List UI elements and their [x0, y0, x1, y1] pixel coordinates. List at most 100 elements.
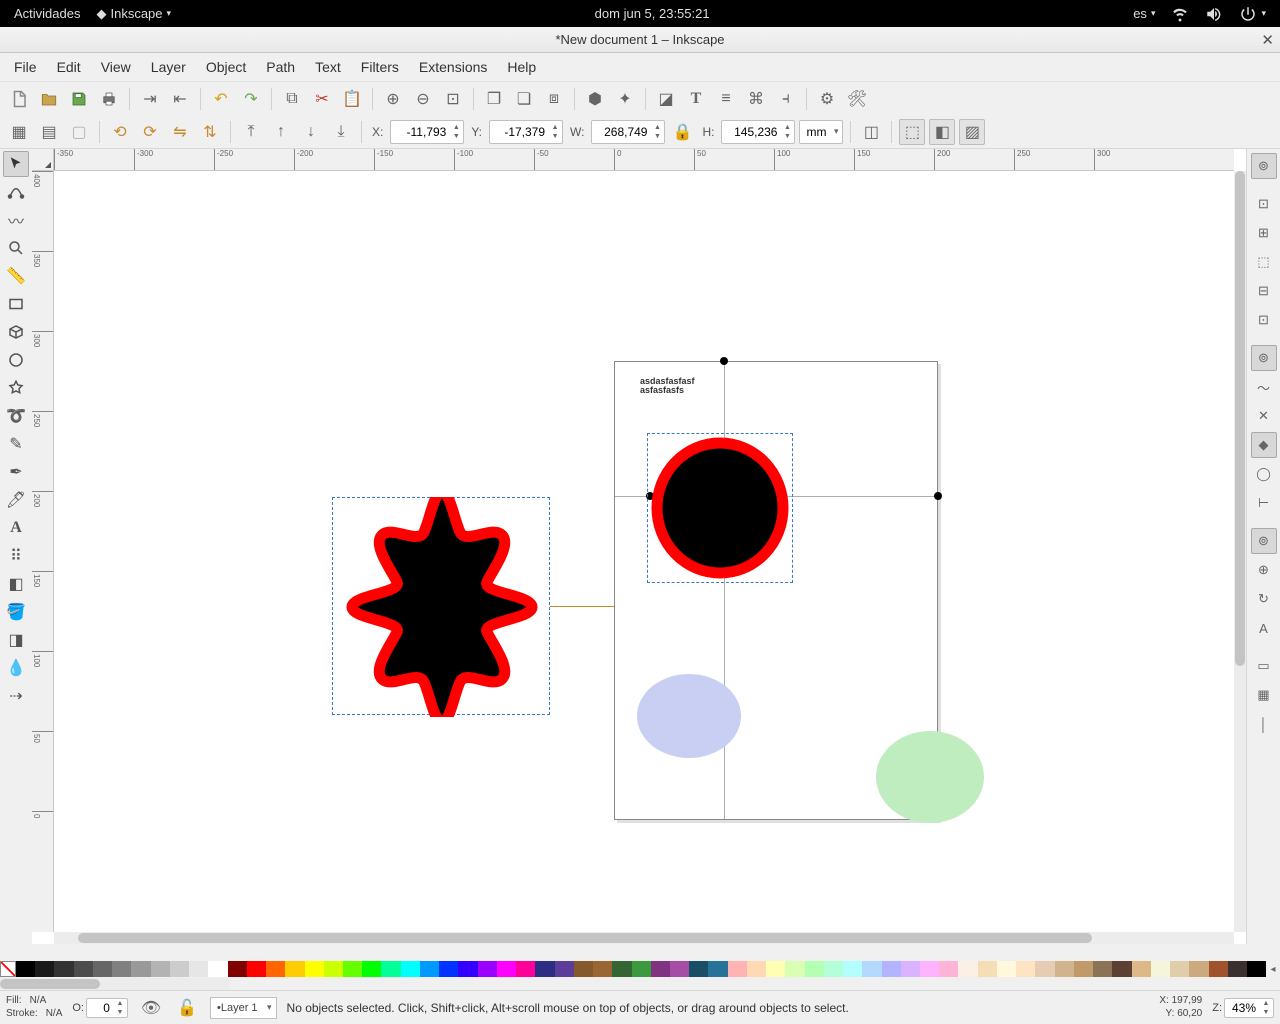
- ellipse-object[interactable]: [634, 671, 744, 761]
- color-swatch[interactable]: [574, 961, 593, 977]
- color-swatch[interactable]: [516, 961, 535, 977]
- wifi-icon[interactable]: [1163, 5, 1197, 23]
- fill-stroke-icon[interactable]: ◪: [653, 86, 679, 112]
- menu-object[interactable]: Object: [196, 59, 256, 75]
- snap-node-icon[interactable]: ⊚: [1251, 345, 1277, 371]
- menu-extensions[interactable]: Extensions: [409, 59, 497, 75]
- circle-object[interactable]: [651, 437, 789, 579]
- color-swatch[interactable]: [1228, 961, 1247, 977]
- color-swatch[interactable]: [1055, 961, 1074, 977]
- close-icon[interactable]: ✕: [1261, 31, 1274, 49]
- scrollbar-horizontal[interactable]: [54, 932, 1234, 944]
- color-swatch[interactable]: [151, 961, 170, 977]
- snap-intersect-icon[interactable]: ✕: [1251, 403, 1277, 429]
- tweak-tool-icon[interactable]: 〰: [3, 207, 29, 233]
- print-icon[interactable]: [96, 86, 122, 112]
- guide-anchor-icon[interactable]: [934, 492, 942, 500]
- open-icon[interactable]: [36, 86, 62, 112]
- color-swatch[interactable]: [266, 961, 285, 977]
- raise-icon[interactable]: ↑: [268, 119, 294, 145]
- snap-center-icon[interactable]: ⊕: [1251, 557, 1277, 583]
- palette-menu-icon[interactable]: ◂: [1266, 964, 1280, 975]
- undo-icon[interactable]: ↶: [208, 86, 234, 112]
- doc-prefs-icon[interactable]: 🛠: [844, 86, 870, 112]
- eraser-tool-icon[interactable]: ◧: [3, 571, 29, 597]
- rotate-ccw-icon[interactable]: ⟲: [107, 119, 133, 145]
- menu-layer[interactable]: Layer: [141, 59, 196, 75]
- color-swatch[interactable]: [324, 961, 343, 977]
- color-swatch[interactable]: [824, 961, 843, 977]
- affect-corners-icon[interactable]: ⬚: [899, 119, 925, 145]
- raise-top-icon[interactable]: ⤒: [238, 119, 264, 145]
- opacity-control[interactable]: O: ▲▼: [72, 998, 128, 1018]
- layer-visibility-icon[interactable]: 👁: [138, 995, 164, 1021]
- lang-indicator[interactable]: es ▾: [1125, 6, 1163, 21]
- color-swatch[interactable]: [882, 961, 901, 977]
- clone-icon[interactable]: ❏: [511, 86, 537, 112]
- ellipse-object[interactable]: [874, 729, 986, 825]
- color-swatch[interactable]: [208, 961, 227, 977]
- color-swatch[interactable]: [343, 961, 362, 977]
- snap-grid-icon[interactable]: ▦: [1251, 682, 1277, 708]
- color-swatch[interactable]: [555, 961, 574, 977]
- color-swatch[interactable]: [901, 961, 920, 977]
- snap-smooth-icon[interactable]: ◯: [1251, 461, 1277, 487]
- color-swatch[interactable]: [228, 961, 247, 977]
- dropper-tool-icon[interactable]: 💧: [3, 655, 29, 681]
- power-icon[interactable]: ▾: [1231, 5, 1274, 23]
- menu-edit[interactable]: Edit: [47, 59, 91, 75]
- bucket-tool-icon[interactable]: 🪣: [3, 599, 29, 625]
- color-swatch[interactable]: [766, 961, 785, 977]
- color-swatch[interactable]: [1093, 961, 1112, 977]
- color-swatch[interactable]: [189, 961, 208, 977]
- copy-icon[interactable]: ⧉: [279, 86, 305, 112]
- prefs-icon[interactable]: ⚙: [814, 86, 840, 112]
- snap-text-icon[interactable]: A: [1251, 615, 1277, 641]
- menu-path[interactable]: Path: [256, 59, 305, 75]
- color-swatch[interactable]: [93, 961, 112, 977]
- y-input[interactable]: ▲▼: [489, 120, 563, 144]
- layer-select[interactable]: •Layer 1: [210, 997, 277, 1019]
- color-swatch[interactable]: [1112, 961, 1131, 977]
- color-swatch[interactable]: [285, 961, 304, 977]
- color-swatch[interactable]: [785, 961, 804, 977]
- menu-help[interactable]: Help: [497, 59, 546, 75]
- canvas[interactable]: asdasfasfasf asfasfasfs: [54, 171, 1234, 932]
- snap-bbox-center-icon[interactable]: ⊡: [1251, 307, 1277, 333]
- rotate-cw-icon[interactable]: ⟳: [137, 119, 163, 145]
- snap-bbox-corner-icon[interactable]: ⬚: [1251, 249, 1277, 275]
- layer-lock-icon[interactable]: 🔓: [174, 995, 200, 1021]
- color-swatch[interactable]: [1151, 961, 1170, 977]
- color-swatch[interactable]: [54, 961, 73, 977]
- color-swatch[interactable]: [535, 961, 554, 977]
- zoom-in-icon[interactable]: ⊕: [380, 86, 406, 112]
- ellipse-tool-icon[interactable]: [3, 347, 29, 373]
- scrollbar-vertical[interactable]: [1234, 171, 1246, 932]
- color-swatch[interactable]: [381, 961, 400, 977]
- color-swatch[interactable]: [651, 961, 670, 977]
- w-input[interactable]: ▲▼: [591, 120, 665, 144]
- flip-v-icon[interactable]: ⇅: [197, 119, 223, 145]
- star-tool-icon[interactable]: [3, 375, 29, 401]
- color-swatch[interactable]: [247, 961, 266, 977]
- menu-filters[interactable]: Filters: [351, 59, 409, 75]
- node-tool-icon[interactable]: [3, 179, 29, 205]
- guide-anchor-icon[interactable]: [720, 357, 728, 365]
- color-swatch[interactable]: [170, 961, 189, 977]
- affect-gradient-icon[interactable]: ◧: [929, 119, 955, 145]
- spiral-tool-icon[interactable]: ➰: [3, 403, 29, 429]
- group-icon[interactable]: ⬢: [582, 86, 608, 112]
- color-swatch[interactable]: [632, 961, 651, 977]
- snap-enable-icon[interactable]: ⊚: [1251, 153, 1277, 179]
- snap-bbox-mid-icon[interactable]: ⊟: [1251, 278, 1277, 304]
- app-menu[interactable]: ◆Inkscape ▾: [88, 6, 179, 22]
- color-swatch[interactable]: [805, 961, 824, 977]
- color-swatch[interactable]: [728, 961, 747, 977]
- snap-line-mid-icon[interactable]: ⊢: [1251, 490, 1277, 516]
- cut-icon[interactable]: ✂: [309, 86, 335, 112]
- menu-text[interactable]: Text: [305, 59, 351, 75]
- color-swatch[interactable]: [458, 961, 477, 977]
- color-swatch[interactable]: [1074, 961, 1093, 977]
- unlink-icon[interactable]: ⧈: [541, 86, 567, 112]
- deselect-icon[interactable]: ▢: [66, 119, 92, 145]
